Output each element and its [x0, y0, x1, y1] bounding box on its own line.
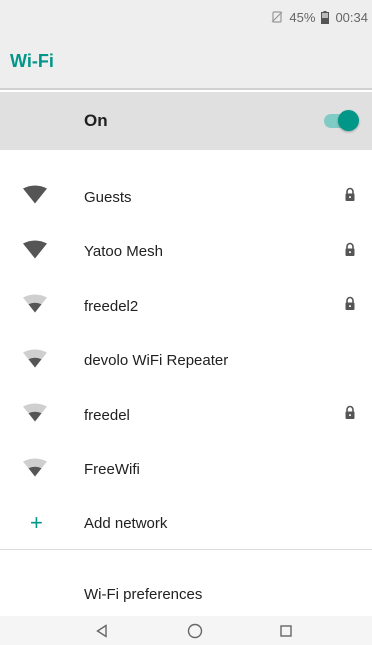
network-row-yatoo-mesh[interactable]: Yatoo Mesh	[0, 225, 372, 280]
navigation-bar	[0, 616, 372, 645]
wifi-master-switch-label: On	[84, 111, 108, 130]
app-bar: Wi-Fi	[0, 34, 372, 90]
no-sim-icon	[271, 11, 283, 23]
home-icon[interactable]	[185, 621, 205, 641]
wifi-signal-weak-icon	[22, 348, 48, 373]
lock-icon	[344, 188, 356, 207]
battery-icon	[321, 10, 330, 24]
wifi-master-switch-row[interactable]: On	[0, 92, 372, 150]
lock-icon	[344, 242, 356, 261]
page-title: Wi-Fi	[10, 50, 54, 71]
wifi-preferences-label: Wi-Fi preferences	[84, 585, 203, 603]
network-row-freedel2[interactable]: freedel2	[0, 279, 372, 334]
wifi-signal-full-icon	[22, 185, 48, 210]
network-name: devolo WiFi Repeater	[84, 352, 229, 370]
network-row-freedel[interactable]: freedel	[0, 388, 372, 443]
status-bar: 45% 00:34	[0, 0, 372, 34]
wifi-signal-weak-icon	[22, 294, 48, 319]
back-icon[interactable]	[92, 621, 112, 641]
lock-icon	[344, 297, 356, 316]
plus-icon: +	[30, 510, 43, 535]
wifi-preferences-row[interactable]: Wi-Fi preferences	[0, 572, 372, 616]
network-name: freedel2	[84, 297, 139, 315]
network-row-freewifi[interactable]: FreeWifi	[0, 443, 372, 498]
network-name: Yatoo Mesh	[84, 243, 163, 261]
wifi-signal-full-icon	[22, 239, 48, 264]
wifi-signal-weak-icon	[22, 457, 48, 482]
network-list: Guests Yatoo Mesh freedel2 devolo WiFi R…	[0, 170, 372, 497]
network-row-guests[interactable]: Guests	[0, 170, 372, 225]
network-name: freedel	[84, 406, 130, 424]
network-name: Guests	[84, 188, 132, 206]
recents-icon[interactable]	[276, 621, 296, 641]
network-row-devolo-wifi-repeater[interactable]: devolo WiFi Repeater	[0, 334, 372, 389]
add-network-row[interactable]: + Add network	[0, 497, 372, 550]
add-network-label: Add network	[84, 514, 168, 532]
clock: 00:34	[335, 9, 368, 25]
network-name: FreeWifi	[84, 461, 140, 479]
wifi-toggle[interactable]	[324, 110, 360, 132]
lock-icon	[344, 406, 356, 425]
wifi-signal-weak-icon	[22, 403, 48, 428]
battery-percent: 45%	[289, 9, 316, 25]
